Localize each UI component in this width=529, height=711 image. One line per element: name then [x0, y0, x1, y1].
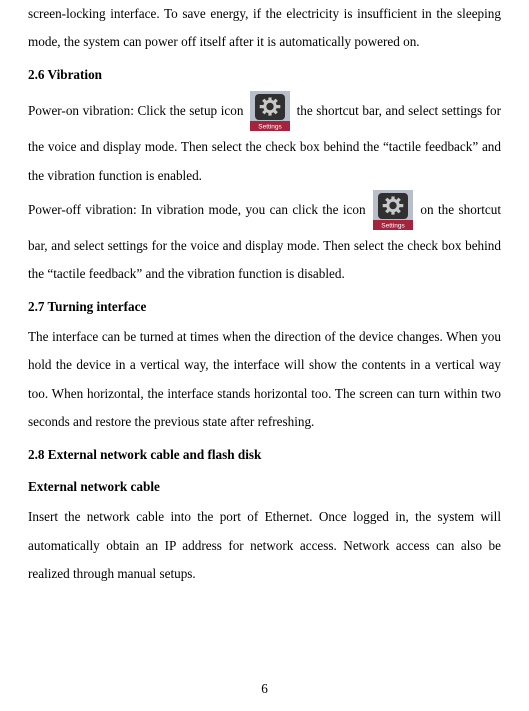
heading-2-6: 2.6 Vibration — [28, 61, 501, 89]
turning-paragraph: The interface can be turned at times whe… — [28, 323, 501, 437]
heading-2-8: 2.8 External network cable and flash dis… — [28, 441, 501, 469]
settings-icon-label: Settings — [381, 222, 405, 229]
settings-icon: Settings — [250, 91, 290, 131]
settings-icon-label: Settings — [258, 124, 282, 131]
vibration-off-paragraph: Power-off vibration: In vibration mode, … — [28, 190, 501, 289]
page-number: 6 — [0, 681, 529, 697]
intro-paragraph: screen-locking interface. To save energy… — [28, 0, 501, 57]
vib-on-text-a: Power-on vibration: Click the setup icon — [28, 103, 243, 118]
vibration-on-paragraph: Power-on vibration: Click the setup icon — [28, 91, 501, 190]
heading-2-8-sub: External network cable — [28, 473, 501, 501]
settings-icon: Settings — [373, 190, 413, 230]
external-cable-paragraph: Insert the network cable into the port o… — [28, 503, 501, 588]
heading-2-7: 2.7 Turning interface — [28, 293, 501, 321]
vib-off-text-a: Power-off vibration: In vibration mode, … — [28, 202, 366, 217]
